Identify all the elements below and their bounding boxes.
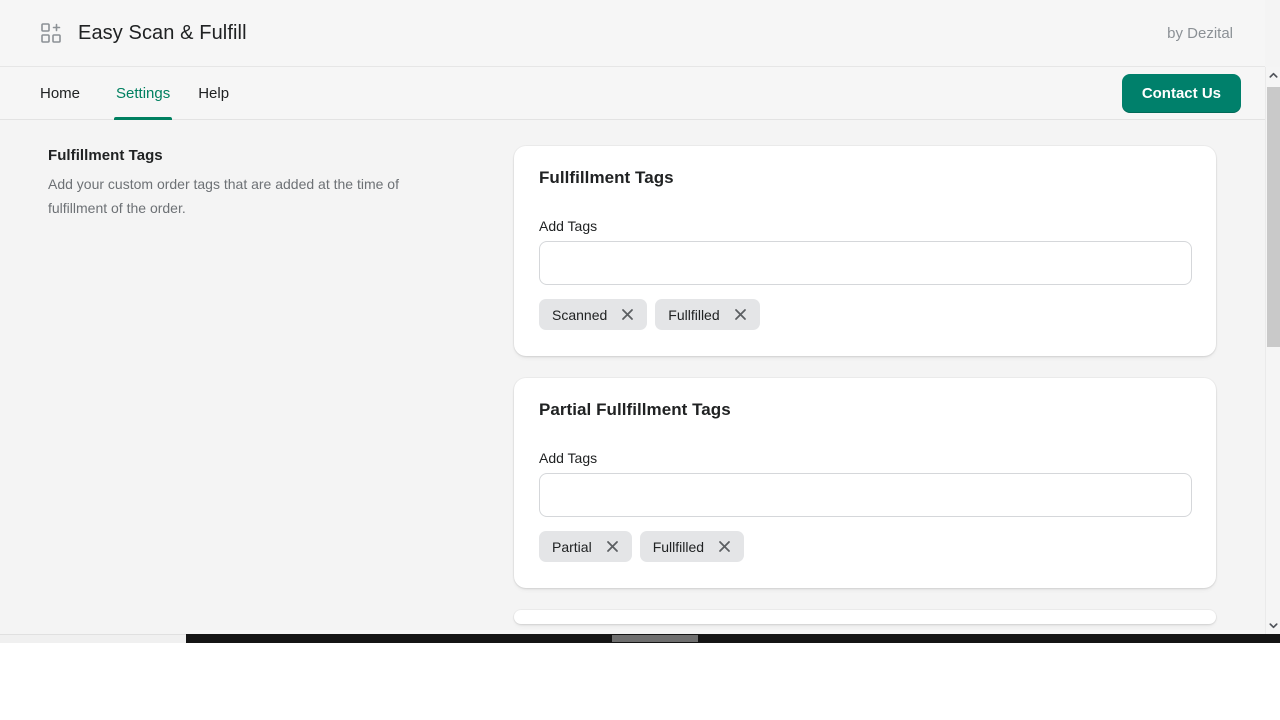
settings-cards-column: Fullfillment Tags Add Tags Scanned Fullf… — [514, 146, 1216, 634]
tag-chip[interactable]: Fullfilled — [640, 531, 744, 562]
horizontal-scrollbar[interactable] — [0, 634, 1280, 643]
fulfillment-add-tags-label: Add Tags — [539, 218, 1192, 234]
fulfillment-tags-card: Fullfillment Tags Add Tags Scanned Fullf… — [514, 146, 1216, 356]
vertical-scrollbar-thumb[interactable] — [1267, 87, 1280, 347]
nav-item-settings-label: Settings — [116, 85, 170, 102]
partial-fulfillment-tags-card: Partial Fullfillment Tags Add Tags Parti… — [514, 378, 1216, 588]
app-nav: Home Settings Help Contact Us — [0, 67, 1265, 120]
embedded-app-viewport: Easy Scan & Fulfill by Dezital Home Sett… — [0, 0, 1280, 634]
next-card-partially-visible — [514, 610, 1216, 624]
tag-chip[interactable]: Partial — [539, 531, 632, 562]
app-header: Easy Scan & Fulfill by Dezital — [0, 0, 1265, 67]
settings-page-body: Fulfillment Tags Add your custom order t… — [0, 121, 1265, 634]
nav-item-help[interactable]: Help — [184, 67, 243, 120]
close-icon[interactable] — [716, 538, 733, 555]
tag-chip-label: Fullfilled — [653, 540, 704, 554]
settings-section-info: Fulfillment Tags Add your custom order t… — [48, 146, 514, 634]
chevron-down-icon[interactable] — [1266, 617, 1280, 634]
fulfillment-tag-list: Scanned Fullfilled — [539, 299, 1192, 330]
vertical-scrollbar[interactable] — [1265, 67, 1280, 634]
tag-chip[interactable]: Fullfilled — [655, 299, 759, 330]
settings-section-description: Add your custom order tags that are adde… — [48, 172, 440, 220]
nav-item-home-label: Home — [40, 85, 80, 102]
tag-chip-label: Partial — [552, 540, 592, 554]
app-title: Easy Scan & Fulfill — [78, 22, 247, 45]
close-icon[interactable] — [619, 306, 636, 323]
partial-fulfillment-tags-card-title: Partial Fullfillment Tags — [539, 400, 1192, 420]
tag-chip-label: Fullfilled — [668, 308, 719, 322]
fulfillment-tags-card-title: Fullfillment Tags — [539, 168, 1192, 188]
nav-item-settings[interactable]: Settings — [102, 67, 184, 120]
nav-item-list: Home Settings Help — [40, 67, 243, 120]
partial-tag-list: Partial Fullfilled — [539, 531, 1192, 562]
partial-add-tags-input[interactable] — [539, 473, 1192, 517]
app-byline: by Dezital — [1167, 25, 1241, 42]
fulfillment-add-tags-input[interactable] — [539, 241, 1192, 285]
close-icon[interactable] — [604, 538, 621, 555]
tag-chip[interactable]: Scanned — [539, 299, 647, 330]
contact-us-button[interactable]: Contact Us — [1122, 74, 1241, 113]
tag-chip-label: Scanned — [552, 308, 607, 322]
nav-item-help-label: Help — [198, 85, 229, 102]
chevron-up-icon[interactable] — [1266, 67, 1280, 84]
close-icon[interactable] — [732, 306, 749, 323]
grid-add-icon — [40, 22, 62, 44]
nav-item-home[interactable]: Home — [40, 67, 94, 120]
horizontal-scrollbar-track[interactable] — [0, 634, 186, 643]
horizontal-scrollbar-thumb[interactable] — [612, 635, 698, 642]
app-brand: Easy Scan & Fulfill — [40, 22, 247, 45]
settings-section-title: Fulfillment Tags — [48, 147, 514, 164]
window-footer-blank — [0, 643, 1280, 720]
partial-add-tags-label: Add Tags — [539, 450, 1192, 466]
